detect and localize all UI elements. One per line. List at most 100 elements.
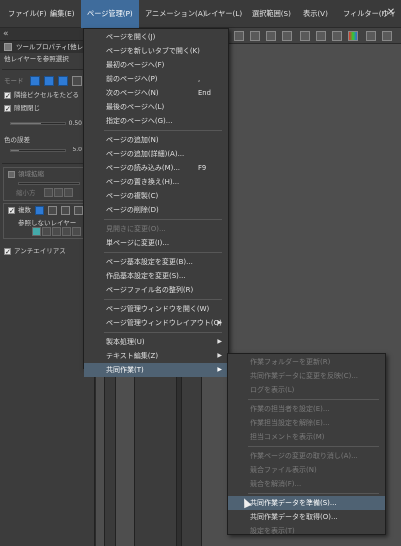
menu-item-label: 共同作業データに変更を反映(C)... bbox=[250, 372, 359, 380]
mode-add-selection-icon[interactable] bbox=[43, 76, 54, 86]
region-shrink-label: 縮小方 bbox=[16, 189, 36, 197]
tool-icon[interactable] bbox=[332, 31, 342, 41]
menu-item[interactable]: 作品基本設定を変更(S)... bbox=[84, 269, 228, 283]
panel-title: ツールプロパティ[他レ bbox=[0, 41, 94, 53]
gap-slider-row[interactable]: 0.50 bbox=[0, 120, 94, 128]
menu-item-label: ページを開く(J) bbox=[106, 33, 156, 41]
menu-item[interactable]: 単ページに変更(I)... bbox=[84, 236, 228, 250]
menu-item-label: 製本処理(U) bbox=[106, 338, 145, 346]
menu-item[interactable]: ページを新しいタブで開く(K) bbox=[84, 44, 228, 58]
gap-close-checkbox[interactable] bbox=[4, 103, 11, 116]
region-shape-icon[interactable] bbox=[64, 188, 73, 197]
menu-item-label: ページの複製(C) bbox=[106, 192, 159, 200]
option-gap-close[interactable]: 隙間閉じ bbox=[0, 102, 94, 120]
mode-intersect-selection-icon[interactable] bbox=[71, 76, 82, 86]
gap-value: 0.50 bbox=[68, 120, 82, 127]
menu-item[interactable]: 最初のページへ(F) bbox=[84, 58, 228, 72]
region-expand-label: 領域拡縮 bbox=[18, 170, 44, 178]
follow-pixels-label: 隣接ピクセルをたどる bbox=[14, 91, 79, 99]
menu-layer[interactable]: レイヤー(L) bbox=[198, 0, 248, 28]
menu-item[interactable]: ページ管理ウィンドウを開く(W) bbox=[84, 302, 228, 316]
menu-item[interactable]: 指定のページへ(G)... bbox=[84, 114, 228, 128]
region-expand-checkbox[interactable] bbox=[8, 170, 15, 178]
close-icon[interactable]: ✕ bbox=[385, 7, 397, 19]
mode-new-selection-icon[interactable] bbox=[29, 76, 40, 86]
layer-type-icon[interactable] bbox=[62, 227, 71, 236]
tool-icon[interactable] bbox=[316, 31, 326, 41]
antialias-checkbox[interactable] bbox=[4, 246, 11, 258]
menu-page-management[interactable]: ページ管理(P) bbox=[81, 0, 139, 28]
tool-icon[interactable] bbox=[266, 31, 276, 41]
redo-icon[interactable] bbox=[382, 31, 392, 41]
menu-item[interactable]: ページの削除(D) bbox=[84, 203, 228, 217]
menu-item[interactable]: ページファイル名の整列(R) bbox=[84, 283, 228, 297]
menu-item-label: 共同作業(T) bbox=[106, 366, 144, 374]
menu-item-label: 競合ファイル表示(N) bbox=[250, 466, 317, 474]
menu-item[interactable]: 前のページへ(P), bbox=[84, 72, 228, 86]
menu-item-label: 設定を表示(T) bbox=[250, 527, 295, 535]
menu-item[interactable]: 製本処理(U) ▶ bbox=[84, 335, 228, 349]
menu-item[interactable]: ページの複製(C) bbox=[84, 189, 228, 203]
gap-slider[interactable] bbox=[10, 122, 66, 125]
tool-icon[interactable] bbox=[300, 31, 310, 41]
region-expand-group: 領域拡縮 縮小方 bbox=[3, 167, 91, 201]
menu-item[interactable]: 次のページへ(N) End bbox=[84, 86, 228, 100]
color-error-label: 色の誤差 bbox=[4, 136, 30, 144]
menu-item: 担当コメントを表示(M) bbox=[228, 430, 385, 444]
color-error-slider-row[interactable]: 5.0 bbox=[0, 147, 94, 155]
region-shape-icon[interactable] bbox=[54, 188, 63, 197]
menu-item[interactable]: ページの追加(N) bbox=[84, 133, 228, 147]
region-expand-row[interactable]: 領域拡縮 bbox=[4, 168, 90, 181]
menu-item[interactable]: テキスト編集(Z) ▶ bbox=[84, 349, 228, 363]
tool-icon[interactable] bbox=[250, 31, 260, 41]
menu-item[interactable]: ページの置き換え(H)... bbox=[84, 175, 228, 189]
option-follow-pixels[interactable]: 隣接ピクセルをたどる bbox=[0, 89, 94, 102]
mode-subtract-selection-icon[interactable] bbox=[57, 76, 68, 86]
region-expand-slider[interactable] bbox=[18, 182, 80, 185]
multi-ref-row[interactable]: 複数 bbox=[4, 204, 90, 217]
menu-edit[interactable]: 編集(E) bbox=[44, 0, 81, 28]
menu-view[interactable]: 表示(V) bbox=[297, 0, 334, 28]
menu-item[interactable]: 共同作業データを取得(O)... bbox=[228, 510, 385, 524]
multi-ref-checkbox[interactable] bbox=[8, 205, 15, 217]
menu-item[interactable]: 共同作業(T) ▶ bbox=[84, 363, 228, 377]
menu-item[interactable]: ページ管理ウィンドウレイアウト(Q) ▶ bbox=[84, 316, 228, 330]
menu-item-label: ログを表示(L) bbox=[250, 386, 295, 394]
undo-icon[interactable] bbox=[366, 31, 376, 41]
menu-item-label: 指定のページへ(G)... bbox=[106, 117, 173, 125]
menu-item[interactable]: ページを開く(J) bbox=[84, 30, 228, 44]
tool-icon[interactable] bbox=[234, 31, 244, 41]
menu-item[interactable]: ページ基本設定を変更(B)... bbox=[84, 255, 228, 269]
menu-item[interactable]: 共同作業データを準備(S)... bbox=[228, 496, 385, 510]
ref-folder-icon[interactable] bbox=[61, 205, 71, 215]
layer-type-icon[interactable] bbox=[32, 227, 41, 236]
layer-type-icon[interactable] bbox=[72, 227, 81, 236]
region-shape-icons bbox=[44, 188, 74, 199]
follow-pixels-checkbox[interactable] bbox=[4, 90, 11, 102]
menu-item-label: ページの削除(D) bbox=[106, 206, 159, 214]
menu-selection[interactable]: 選択範囲(S) bbox=[246, 0, 297, 28]
layer-type-icon[interactable] bbox=[52, 227, 61, 236]
menu-item-shortcut: End bbox=[198, 89, 211, 97]
ref-selected-layers-icon[interactable] bbox=[48, 205, 58, 215]
color-icon[interactable] bbox=[348, 31, 358, 41]
submenu-arrow-icon: ▶ bbox=[217, 366, 222, 373]
region-shape-icon[interactable] bbox=[44, 188, 53, 197]
menu-item[interactable]: 最後のページへ(L) bbox=[84, 100, 228, 114]
text-layer-icon[interactable] bbox=[42, 227, 51, 236]
ref-settings-icon[interactable] bbox=[74, 205, 84, 215]
tool-property-panel: « ツールプロパティ[他レ 他レイヤーを参照選択 モード 隣接ピクセルをたどる … bbox=[0, 28, 95, 546]
menu-item-label: 作業フォルダーを更新(R) bbox=[250, 358, 331, 366]
tool-icon[interactable] bbox=[282, 31, 292, 41]
menu-item: 競合を解消(F)... bbox=[228, 477, 385, 491]
ref-all-layers-icon[interactable] bbox=[35, 205, 45, 215]
menu-item[interactable]: ページの読み込み(M)... F9 bbox=[84, 161, 228, 175]
menu-item-shortcut: F9 bbox=[198, 164, 207, 172]
multi-ref-group: 複数 参照しないレイヤー bbox=[3, 203, 91, 239]
menu-item[interactable]: ページの追加(詳細)(A)... bbox=[84, 147, 228, 161]
color-error-slider[interactable] bbox=[10, 149, 66, 152]
option-antialias[interactable]: アンチエイリアス bbox=[0, 245, 94, 258]
menu-separator bbox=[248, 493, 379, 494]
collapse-icon[interactable]: « bbox=[3, 29, 9, 39]
menu-separator bbox=[104, 252, 222, 253]
